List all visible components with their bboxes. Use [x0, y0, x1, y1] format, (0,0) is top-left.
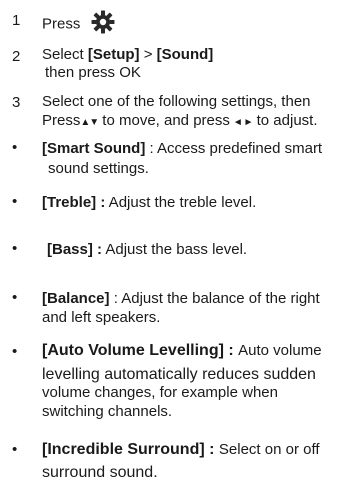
item-term: [Bass] :	[47, 241, 103, 258]
item-balance: [Balance] : Adjust the balance of the ri…	[42, 290, 320, 308]
item-treble: [Treble] : Adjust the treble level.	[42, 194, 256, 212]
item-term: [Treble] :	[42, 194, 106, 211]
gear-icon	[91, 10, 115, 39]
step-3-line-1: Select one of the following settings, th…	[42, 93, 311, 110]
step-1-text: Press	[42, 10, 115, 39]
bullet: •	[12, 193, 18, 210]
item-term: [Auto Volume Levelling]	[42, 342, 224, 359]
item-desc: switching channels.	[42, 403, 173, 420]
item-term: [Incredible Surround]	[42, 441, 205, 458]
item-desc: Adjust the balance of the right	[121, 290, 320, 307]
item-term: [Smart Sound]	[42, 140, 146, 157]
item-desc: and left speakers.	[42, 309, 161, 326]
sound-menu-label: [Sound]	[156, 46, 214, 63]
adjust-text: to adjust.	[252, 112, 318, 129]
term-separator: :	[145, 140, 158, 157]
item-bass: [Bass] : Adjust the bass level.	[47, 241, 247, 259]
item-incredible-surround: [Incredible Surround] : Select on or off	[42, 440, 320, 460]
item-desc: surround sound.	[42, 464, 158, 481]
move-text: to move, and press	[98, 112, 230, 129]
step-2-line-2: then press OK	[45, 64, 141, 81]
term-separator: :	[223, 342, 239, 359]
item-term: [Balance]	[42, 290, 110, 307]
item-desc: volume changes, for example when	[42, 384, 278, 401]
step-3-line-2: Press▲▼ to move, and press ◄ ► to adjust.	[42, 112, 318, 132]
step-2-line-1: Select [Setup] > [Sound]	[42, 46, 213, 64]
step-number: 3	[12, 94, 21, 111]
item-desc: Auto volume	[238, 342, 322, 359]
menu-separator: >	[139, 46, 157, 63]
item-desc: sound settings.	[48, 160, 149, 177]
left-right-arrows-icon: ◄ ►	[232, 117, 254, 128]
term-separator: :	[109, 290, 122, 307]
item-smart-sound: [Smart Sound] : Access predefined smart	[42, 140, 322, 158]
step-number: 1	[12, 12, 21, 29]
term-separator: :	[204, 441, 219, 458]
press-label: Press	[42, 112, 81, 129]
item-desc: Access predefined smart	[157, 140, 323, 157]
item-desc: Adjust the treble level.	[105, 194, 257, 211]
item-desc: levelling automatically reduces sudden	[42, 366, 316, 383]
item-desc: Select on or off	[218, 441, 320, 458]
step-number: 2	[12, 48, 21, 65]
step-1-label: Press	[42, 15, 81, 33]
step-2-prefix: Select	[42, 46, 88, 63]
bullet: •	[12, 240, 18, 257]
setup-menu-label: [Setup]	[87, 46, 140, 63]
bullet: •	[12, 343, 18, 360]
bullet: •	[12, 139, 18, 156]
item-auto-volume-levelling: [Auto Volume Levelling] : Auto volume	[42, 341, 322, 361]
bullet: •	[12, 441, 18, 458]
item-desc: Adjust the bass level.	[102, 241, 248, 258]
up-down-arrows-icon: ▲▼	[80, 117, 99, 128]
bullet: •	[12, 289, 18, 306]
